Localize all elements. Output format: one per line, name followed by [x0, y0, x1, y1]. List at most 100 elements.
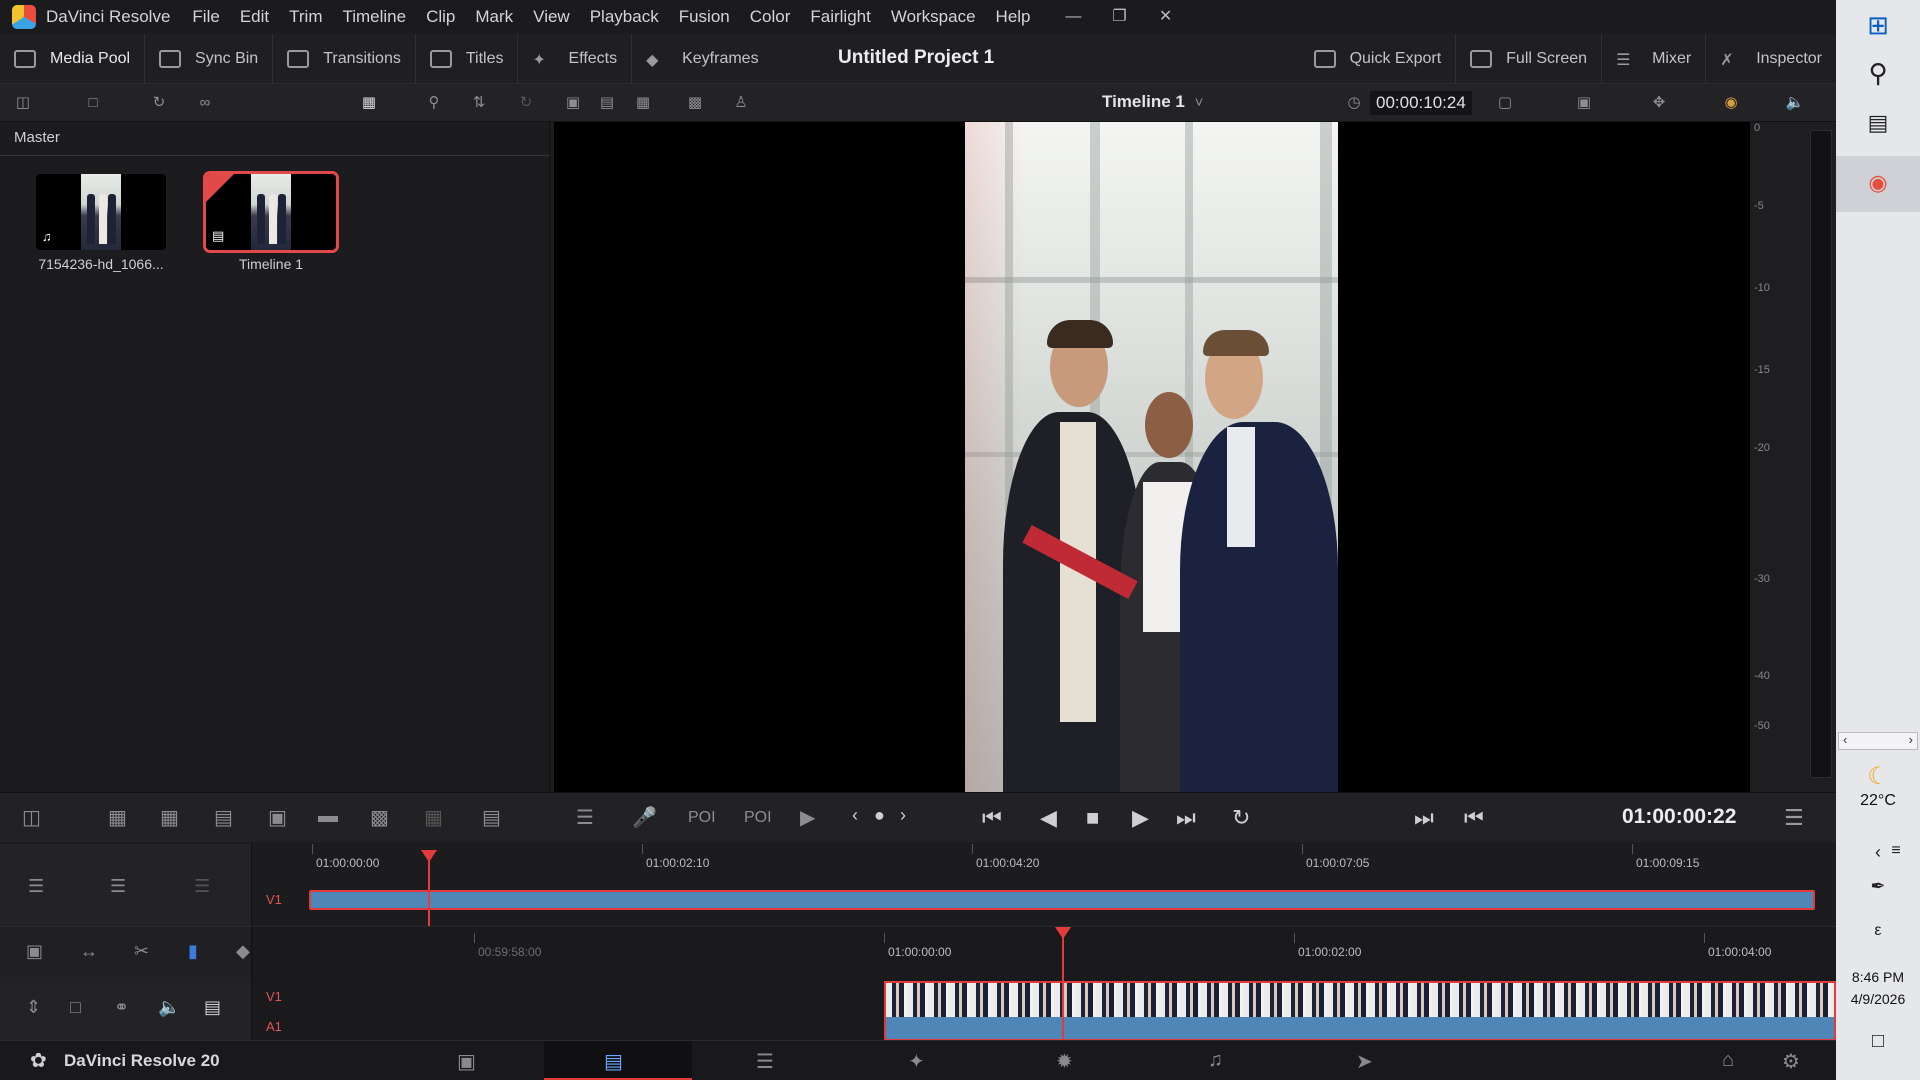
sort-icon[interactable]: ⇅ — [468, 94, 490, 112]
menu-clip[interactable]: Clip — [426, 7, 455, 27]
speaker-icon[interactable]: 🔈 — [1784, 94, 1806, 112]
playhead[interactable] — [1062, 935, 1064, 1041]
scissors-icon[interactable]: ✂ — [134, 941, 149, 962]
clip-thumbnail[interactable]: ▤ — [203, 171, 339, 253]
multi-view-icon[interactable]: ▩ — [684, 94, 706, 112]
speaker-icon[interactable]: 🔈 — [158, 997, 180, 1018]
fairlight-page-icon[interactable]: ♫ — [1208, 1049, 1223, 1072]
search-icon[interactable]: ⚲ — [423, 94, 445, 112]
viewer[interactable] — [554, 122, 1750, 792]
transform-icon[interactable]: ✥ — [1648, 94, 1670, 112]
full-extent-zoom-icon[interactable]: ▣ — [26, 941, 43, 962]
menu-color[interactable]: Color — [750, 7, 791, 27]
go-to-end-icon[interactable]: ⏭ — [1176, 805, 1196, 831]
stop-icon[interactable]: ■ — [1086, 805, 1099, 831]
menu-workspace[interactable]: Workspace — [891, 7, 976, 27]
track-height-icon[interactable]: ☰ — [110, 876, 126, 897]
clip-view-icon[interactable]: ▣ — [562, 94, 584, 112]
play-reverse-icon[interactable]: ◀ — [1040, 805, 1057, 831]
mixer-button[interactable]: ☰ Mixer — [1602, 34, 1707, 84]
titles-button[interactable]: Titles — [416, 33, 519, 84]
play-around-icon[interactable]: ▶ — [800, 805, 815, 830]
menu-edit[interactable]: Edit — [240, 7, 269, 27]
microphone-icon[interactable]: 🎤 — [632, 805, 657, 830]
track-height-icon[interactable]: ⇕ — [26, 997, 41, 1018]
menu-mark[interactable]: Mark — [475, 7, 513, 27]
options-menu-icon[interactable]: ☰ — [1784, 805, 1804, 831]
lower-ruler[interactable]: 00:59:58:00 01:00:00:00 01:00:02:00 01:0… — [252, 933, 1836, 963]
panel-layout-icon[interactable]: ◫ — [12, 94, 34, 112]
search-icon[interactable]: ⚲ — [1836, 58, 1920, 89]
headphones-icon[interactable]: ⚭ — [114, 997, 129, 1018]
new-bin-icon[interactable]: □ — [82, 94, 104, 112]
place-on-top-icon[interactable]: ▬ — [318, 805, 338, 828]
timeline-clip[interactable]: ▤ Timeline 1 — [203, 171, 339, 272]
deliver-page-icon[interactable]: ➤ — [1356, 1049, 1373, 1074]
append-icon[interactable]: ▦ — [160, 805, 179, 830]
color-wheel-icon[interactable]: ◉ — [1720, 94, 1742, 112]
sync-bin-button[interactable]: Sync Bin — [145, 33, 274, 84]
menu-trim[interactable]: Trim — [289, 7, 322, 27]
grid-view-icon[interactable]: ▦ — [358, 94, 380, 112]
gear-icon[interactable]: ⚙ — [1782, 1049, 1800, 1074]
playhead[interactable] — [428, 854, 430, 926]
play-icon[interactable]: ▶ — [1132, 805, 1149, 831]
full-screen-button[interactable]: Full Screen — [1456, 34, 1603, 84]
next-marker-icon[interactable]: › — [900, 805, 906, 826]
task-view-icon[interactable]: ▤ — [1836, 110, 1920, 136]
ripple-overwrite-icon[interactable]: ▤ — [214, 805, 233, 830]
filmstrip-icon[interactable]: ▤ — [596, 94, 618, 112]
home-icon[interactable]: ⌂ — [1722, 1049, 1734, 1072]
menu-fusion[interactable]: Fusion — [679, 7, 730, 27]
taskbar-scroll[interactable]: ‹ › — [1838, 732, 1918, 750]
detail-zoom-icon[interactable]: ↔ — [80, 941, 98, 962]
edit-mode-icon[interactable]: ◫ — [22, 805, 41, 830]
mark-out-icon[interactable]: ⏮ — [1464, 805, 1484, 831]
input-method[interactable]: ε — [1836, 922, 1920, 940]
lower-timeline[interactable]: ▣ ↔ ✂ ▮ ◆ 00:59:58:00 01:00:00:00 01:00:… — [0, 926, 1836, 1041]
pen-icon[interactable]: ✒ — [1836, 876, 1920, 897]
inspector-button[interactable]: ✗ Inspector — [1706, 34, 1836, 84]
marker-flag-icon[interactable]: ▮ — [188, 941, 198, 962]
snapping-icon[interactable]: ◆ — [236, 941, 250, 962]
media-pool-button[interactable]: Media Pool — [0, 33, 146, 84]
chevron-down-icon[interactable]: ˅ — [1188, 94, 1210, 112]
person-icon[interactable]: ♙ — [730, 94, 752, 112]
previous-marker-icon[interactable]: ‹ — [852, 805, 858, 826]
list-view-icon[interactable]: ▦ — [632, 94, 654, 112]
edit-page-icon[interactable]: ☰ — [756, 1049, 774, 1074]
settings-sliders-icon[interactable]: ☰ — [576, 805, 594, 830]
lower-clip[interactable] — [884, 981, 1836, 1041]
close-up-icon[interactable]: ▣ — [268, 805, 287, 830]
clock[interactable]: 8:46 PM 4/9/2026 — [1836, 966, 1920, 1010]
close-icon[interactable]: ✕ — [1143, 0, 1189, 34]
go-to-start-icon[interactable]: ⏮ — [982, 805, 1002, 831]
upper-ruler[interactable]: 01:00:00:00 01:00:02:10 01:00:04:20 01:0… — [252, 844, 1836, 874]
mark-in-icon[interactable]: ⏭ — [1414, 805, 1434, 831]
quick-export-button[interactable]: Quick Export — [1300, 34, 1457, 84]
cut-page-tab[interactable]: ▤ — [544, 1041, 692, 1080]
minimize-icon[interactable]: — — [1051, 0, 1097, 34]
color-page-icon[interactable]: ✹ — [1056, 1049, 1073, 1074]
viewer-mode-icon[interactable]: ▣ — [1573, 94, 1595, 112]
menu-view[interactable]: View — [533, 7, 570, 27]
filmstrip-icon[interactable]: ▤ — [204, 997, 221, 1018]
restore-icon[interactable]: ❐ — [1097, 0, 1143, 34]
fusion-page-icon[interactable]: ✦ — [908, 1049, 925, 1074]
unlink-icon[interactable]: ∞ — [194, 94, 216, 112]
lock-icon[interactable]: □ — [70, 997, 81, 1018]
menu-timeline[interactable]: Timeline — [342, 7, 406, 27]
smart-insert-icon[interactable]: ▦ — [108, 805, 127, 830]
clip-thumbnail[interactable]: ♫ — [36, 174, 166, 250]
transition-icon[interactable]: ▤ — [482, 805, 501, 830]
menu-fairlight[interactable]: Fairlight — [810, 7, 870, 27]
windows-start-icon[interactable]: ⊞ — [1836, 10, 1920, 41]
relink-icon[interactable]: ↻ — [148, 94, 170, 112]
poi-add-icon[interactable]: POI — [744, 809, 772, 827]
media-clip[interactable]: ♫ 7154236-hd_1066... — [36, 174, 166, 272]
timeline-options-icon[interactable]: ☰ — [28, 876, 44, 897]
menu-playback[interactable]: Playback — [590, 7, 659, 27]
upper-video-clip[interactable] — [309, 890, 1815, 910]
viewer-size-icon[interactable]: ▢ — [1494, 94, 1516, 112]
network-icon[interactable]: ≡ — [1854, 842, 1920, 860]
